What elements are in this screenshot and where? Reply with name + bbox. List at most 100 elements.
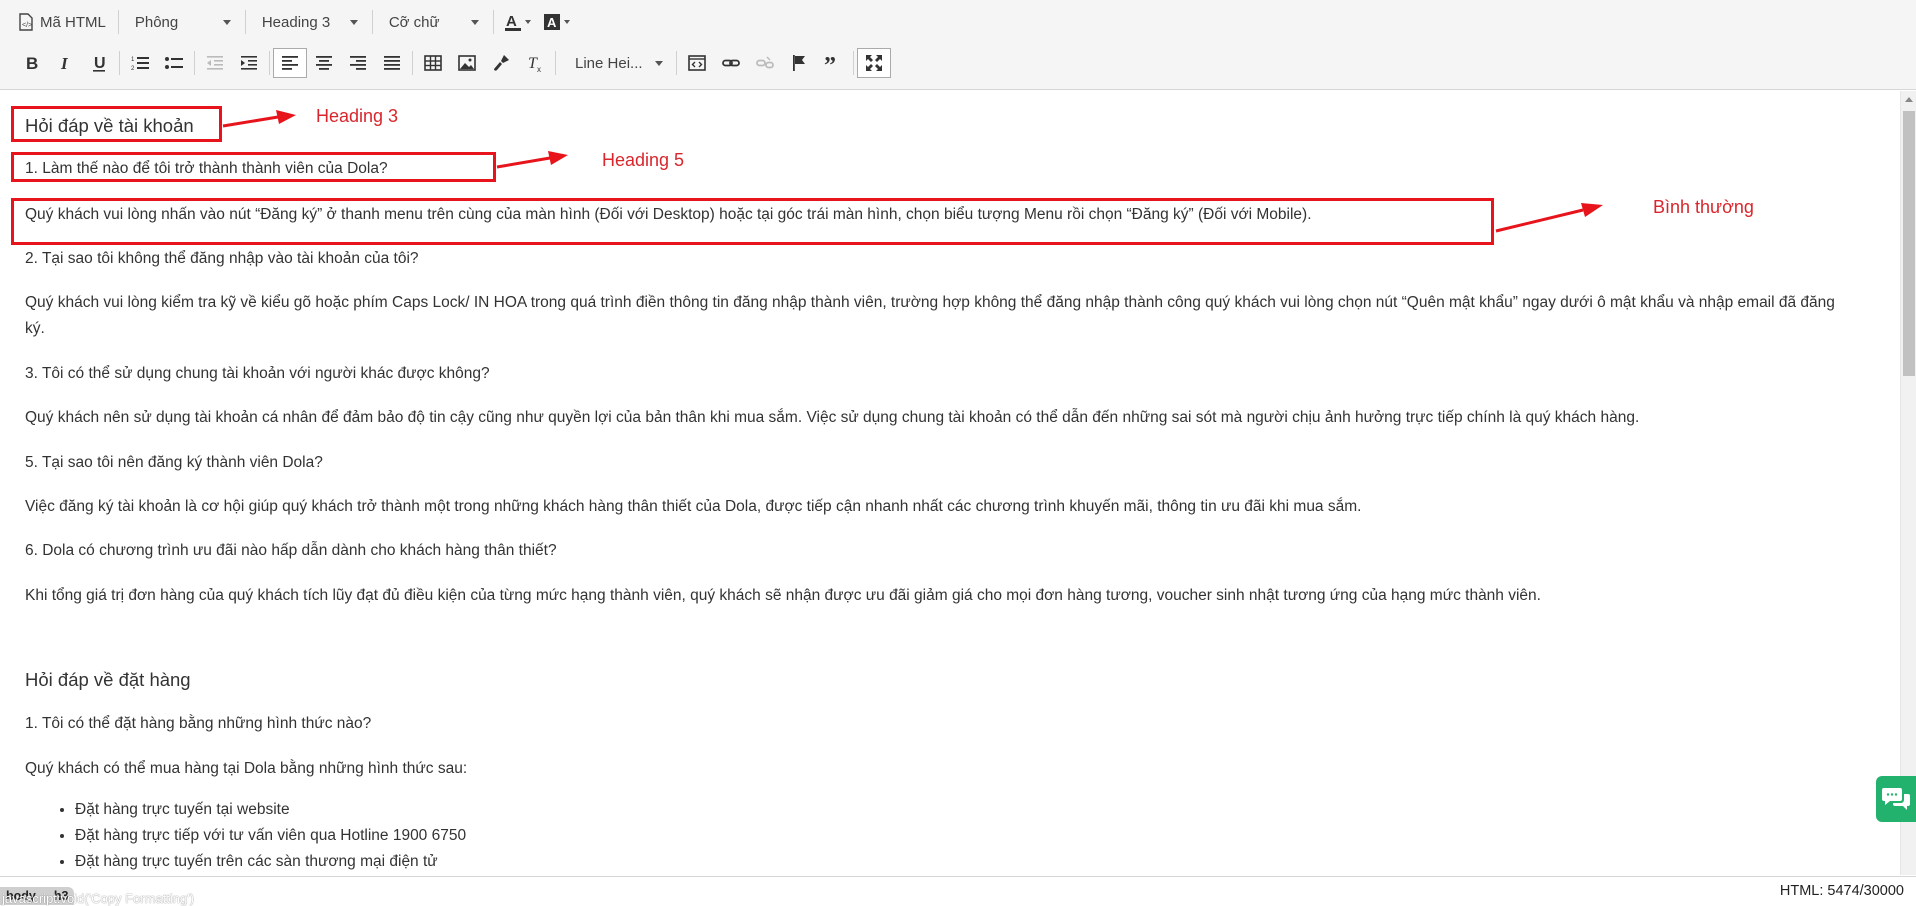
source-label: Mã HTML — [40, 13, 106, 31]
annotation-label-normal: Bình thường — [1653, 197, 1754, 217]
italic-icon: I — [60, 54, 69, 73]
flag-icon — [793, 55, 805, 71]
separator — [676, 51, 677, 75]
scroll-up-arrow-icon[interactable] — [1905, 97, 1913, 102]
scroll-thumb[interactable] — [1903, 111, 1915, 376]
html-char-count: HTML: 5474/30000 — [1779, 883, 1904, 899]
size-combo-label: Cỡ chữ — [388, 13, 440, 31]
annotation-label-heading3: Heading 3 — [316, 106, 399, 126]
separator — [853, 51, 854, 75]
line-height-combo[interactable]: Line Hei... — [559, 55, 673, 72]
justify-button[interactable] — [375, 48, 409, 78]
order-methods-list: Đặt hàng trực tuyến tại website Đặt hàng… — [75, 797, 466, 875]
remove-format-button[interactable]: Tx — [518, 48, 552, 78]
numbered-list-button[interactable]: 12 — [123, 48, 157, 78]
align-center-button[interactable] — [307, 48, 341, 78]
table-button[interactable] — [416, 48, 450, 78]
svg-text:A: A — [506, 13, 517, 30]
separator — [244, 10, 246, 34]
question-3: 3. Tôi có thể sử dụng chung tài khoản vớ… — [25, 365, 490, 382]
link-icon — [722, 59, 740, 67]
italic-button[interactable]: I — [48, 48, 82, 78]
blockquote-button[interactable]: ” — [816, 48, 850, 78]
indent-button[interactable] — [232, 48, 266, 78]
code-icon — [688, 55, 706, 71]
format-combo-label: Heading 3 — [261, 13, 331, 31]
separator — [269, 51, 270, 75]
anchor-button[interactable] — [782, 48, 816, 78]
align-left-button[interactable] — [273, 48, 307, 78]
separator — [117, 10, 119, 34]
maximize-button[interactable] — [857, 48, 891, 78]
font-combo-label: Phông — [134, 13, 179, 31]
image-button[interactable] — [450, 48, 484, 78]
chevron-down-icon — [470, 19, 479, 25]
size-combo[interactable]: Cỡ chữ — [377, 8, 489, 36]
justify-icon — [384, 56, 400, 70]
svg-text:</>: </> — [22, 22, 32, 29]
toolbar-row-1: </> Mã HTML Phông Heading 3 Cỡ chữ A A — [0, 6, 1916, 38]
align-right-button[interactable] — [341, 48, 375, 78]
svg-text:A: A — [547, 15, 557, 30]
underline-button[interactable]: U — [82, 48, 116, 78]
format-combo[interactable]: Heading 3 — [250, 8, 368, 36]
question-2: 2. Tại sao tôi không thể đăng nhập vào t… — [25, 250, 419, 267]
svg-text:x: x — [537, 65, 541, 73]
align-center-icon — [316, 56, 332, 70]
link-button[interactable] — [714, 48, 748, 78]
svg-text:”: ” — [824, 53, 836, 73]
annotation-box-heading5 — [11, 152, 496, 182]
separator — [371, 10, 373, 34]
svg-text:U: U — [94, 55, 106, 72]
background-color-button[interactable]: A — [537, 8, 576, 36]
line-height-label: Line Hei... — [575, 54, 643, 72]
vertical-scrollbar[interactable] — [1900, 91, 1916, 875]
unlink-icon — [756, 56, 774, 69]
code-snippet-button[interactable] — [680, 48, 714, 78]
answer-5: Việc đăng ký tài khoản là cơ hội giúp qu… — [25, 498, 1362, 515]
answer-6: Khi tổng giá trị đơn hàng của quý khách … — [25, 587, 1541, 604]
answer-3: Quý khách nên sử dụng tài khoản cá nhân … — [25, 409, 1640, 426]
source-button[interactable]: </> Mã HTML — [0, 8, 114, 36]
editor-toolbar: </> Mã HTML Phông Heading 3 Cỡ chữ A A B — [0, 0, 1916, 90]
remove-format-icon: Tx — [528, 55, 541, 73]
indent-icon — [241, 56, 257, 70]
align-left-icon — [282, 56, 298, 70]
annotation-box-normal — [11, 198, 1494, 245]
editor-statusbar: body h3 javascript:void('Copy Formatting… — [0, 876, 1916, 906]
svg-text:1: 1 — [131, 57, 135, 63]
image-icon — [458, 55, 476, 71]
copy-formatting-button[interactable] — [484, 48, 518, 78]
separator — [119, 51, 120, 75]
bulleted-list-icon — [165, 57, 183, 69]
numbered-list-icon: 12 — [131, 57, 149, 72]
bulleted-list-button[interactable] — [157, 48, 191, 78]
bold-button[interactable]: B — [14, 48, 48, 78]
chat-icon — [1882, 788, 1910, 810]
annotation-box-heading3 — [11, 106, 222, 142]
text-color-button[interactable]: A — [498, 8, 537, 36]
paint-brush-icon — [494, 55, 509, 71]
order-answer-1: Quý khách có thể mua hàng tại Dola bằng … — [25, 760, 468, 777]
text-color-icon: A — [504, 13, 521, 31]
list-item: Đặt hàng trực tuyến tại website — [75, 797, 466, 823]
source-icon: </> — [19, 13, 33, 31]
separator — [194, 51, 195, 75]
svg-text:I: I — [60, 54, 69, 73]
outdent-button[interactable] — [198, 48, 232, 78]
underline-icon: U — [93, 55, 106, 72]
chat-widget-button[interactable] — [1876, 776, 1916, 822]
chevron-down-icon — [655, 60, 663, 66]
separator — [555, 51, 556, 75]
chevron-down-icon — [563, 20, 570, 24]
maximize-icon — [866, 55, 882, 71]
outdent-icon — [207, 56, 223, 70]
bold-icon: B — [26, 54, 38, 73]
svg-text:2: 2 — [131, 66, 135, 72]
toolbar-row-2: B I U 12 Tx Line Hei... ” — [0, 46, 1916, 80]
separator — [412, 51, 413, 75]
table-icon — [424, 55, 442, 71]
unlink-button[interactable] — [748, 48, 782, 78]
section-title-orders: Hỏi đáp về đặt hàng — [25, 669, 191, 690]
font-combo[interactable]: Phông — [123, 8, 241, 36]
